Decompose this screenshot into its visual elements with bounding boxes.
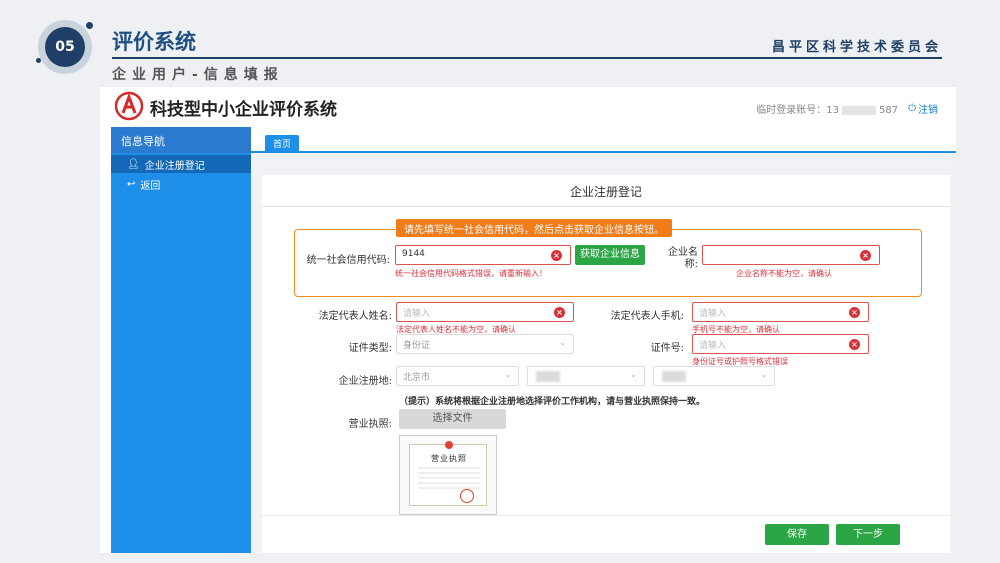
title-divider <box>262 206 950 207</box>
chevron-down-icon: ⌄ <box>504 370 511 379</box>
clear-icon[interactable]: × <box>849 307 860 318</box>
clear-icon[interactable]: × <box>860 250 871 261</box>
redacted-text <box>662 371 686 382</box>
choose-file-button[interactable]: 选择文件 <box>399 409 506 429</box>
license-document: 营业执照 <box>409 441 487 506</box>
tab-home[interactable]: 首页 <box>265 135 300 153</box>
form-title: 企业注册登记 <box>569 185 642 199</box>
chevron-down-icon: ⌄ <box>760 370 767 379</box>
main-content: 首页 企业注册登记 请先填写统一社会信用代码，然后点击获取企业信息按钮。 统一社… <box>251 127 956 553</box>
emblem-icon <box>445 441 453 449</box>
slide-number-badge: 05 <box>45 27 85 67</box>
sidebar: 信息导航 👤︎ 企业注册登记 ↩ 返回 <box>111 127 251 553</box>
app-logo-icon <box>114 91 144 121</box>
company-name-label: 企业名 称: <box>668 247 698 270</box>
badge-decoration-dot <box>86 22 93 29</box>
legal-name-label: 法定代表人姓名: <box>318 311 392 322</box>
clear-icon[interactable]: × <box>849 339 860 350</box>
header-divider <box>112 57 942 59</box>
credit-code-label: 统一社会信用代码: <box>306 255 390 266</box>
fetch-company-info-button[interactable]: 获取企业信息 <box>575 245 645 265</box>
company-name-error: 企业名称不能为空，请确认 <box>736 269 832 278</box>
license-image-title: 营业执照 <box>431 454 467 463</box>
form-card: 企业注册登记 请先填写统一社会信用代码，然后点击获取企业信息按钮。 统一社会信用… <box>262 175 950 553</box>
chevron-down-icon: ⌄ <box>559 338 566 347</box>
logout-link[interactable]: ⏻ 注销 <box>908 101 938 116</box>
address-district-select[interactable]: ⌄ <box>527 366 645 386</box>
organization-name: 昌平区科学技术委员会 <box>771 40 942 55</box>
seal-icon <box>460 489 474 503</box>
id-number-label: 证件号: <box>650 343 684 354</box>
footer-divider <box>262 515 950 516</box>
clear-icon[interactable]: × <box>551 250 562 261</box>
chevron-down-icon: ⌄ <box>630 370 637 379</box>
legal-name-input[interactable]: 请输入 × <box>396 302 574 322</box>
address-city-select[interactable]: 北京市 ⌄ <box>396 366 519 386</box>
app-header: 科技型中小企业评价系统 临时登录账号：13 587 ⏻ 注销 <box>100 87 956 127</box>
redacted-text <box>536 371 560 382</box>
license-preview-image[interactable]: 营业执照 <box>399 435 497 515</box>
instruction-tip: 请先填写统一社会信用代码，然后点击获取企业信息按钮。 <box>396 219 672 237</box>
id-type-label: 证件类型: <box>348 343 392 354</box>
slide-subtitle: 企业用户-信息填报 <box>112 67 284 83</box>
clear-icon[interactable]: × <box>554 307 565 318</box>
license-text-lines <box>418 467 480 491</box>
legal-phone-input[interactable]: 请输入 × <box>692 302 869 322</box>
badge-decoration-dot <box>36 58 41 63</box>
user-icon: 👤︎ <box>127 158 140 170</box>
app-title: 科技型中小企业评价系统 <box>150 100 337 120</box>
address-street-select[interactable]: ⌄ <box>653 366 775 386</box>
address-note: （提示）系统将根据企业注册地选择评价工作机构，请与营业执照保持一致。 <box>399 397 706 407</box>
credit-code-error: 统一社会信用代码格式错误，请重新输入！ <box>395 269 547 278</box>
id-number-input[interactable]: 请输入 × <box>692 334 869 354</box>
next-step-button[interactable]: 下一步 <box>836 524 900 545</box>
slide-title: 评价系统 <box>112 30 196 54</box>
company-name-input[interactable]: × <box>702 245 880 265</box>
id-type-select[interactable]: 身份证 ⌄ <box>396 334 574 354</box>
save-button[interactable]: 保存 <box>765 524 829 545</box>
power-icon: ⏻ <box>908 103 916 114</box>
back-icon: ↩ <box>127 178 136 190</box>
account-area: 临时登录账号：13 587 ⏻ 注销 <box>756 101 938 116</box>
legal-phone-label: 法定代表人手机: <box>610 311 684 322</box>
license-label: 营业执照: <box>348 419 392 430</box>
account-label: 临时登录账号：13 587 <box>756 105 899 116</box>
sidebar-item-company-registration[interactable]: 👤︎ 企业注册登记 <box>111 155 251 173</box>
address-label: 企业注册地: <box>338 376 392 387</box>
app-window: 科技型中小企业评价系统 临时登录账号：13 587 ⏻ 注销 信息导航 👤︎ 企业注… <box>100 87 956 553</box>
credit-code-input[interactable]: 9144 × <box>395 245 571 265</box>
sidebar-item-back[interactable]: ↩ 返回 <box>111 175 251 193</box>
tab-bar: 首页 <box>251 127 956 153</box>
sidebar-heading: 信息导航 <box>111 127 251 153</box>
